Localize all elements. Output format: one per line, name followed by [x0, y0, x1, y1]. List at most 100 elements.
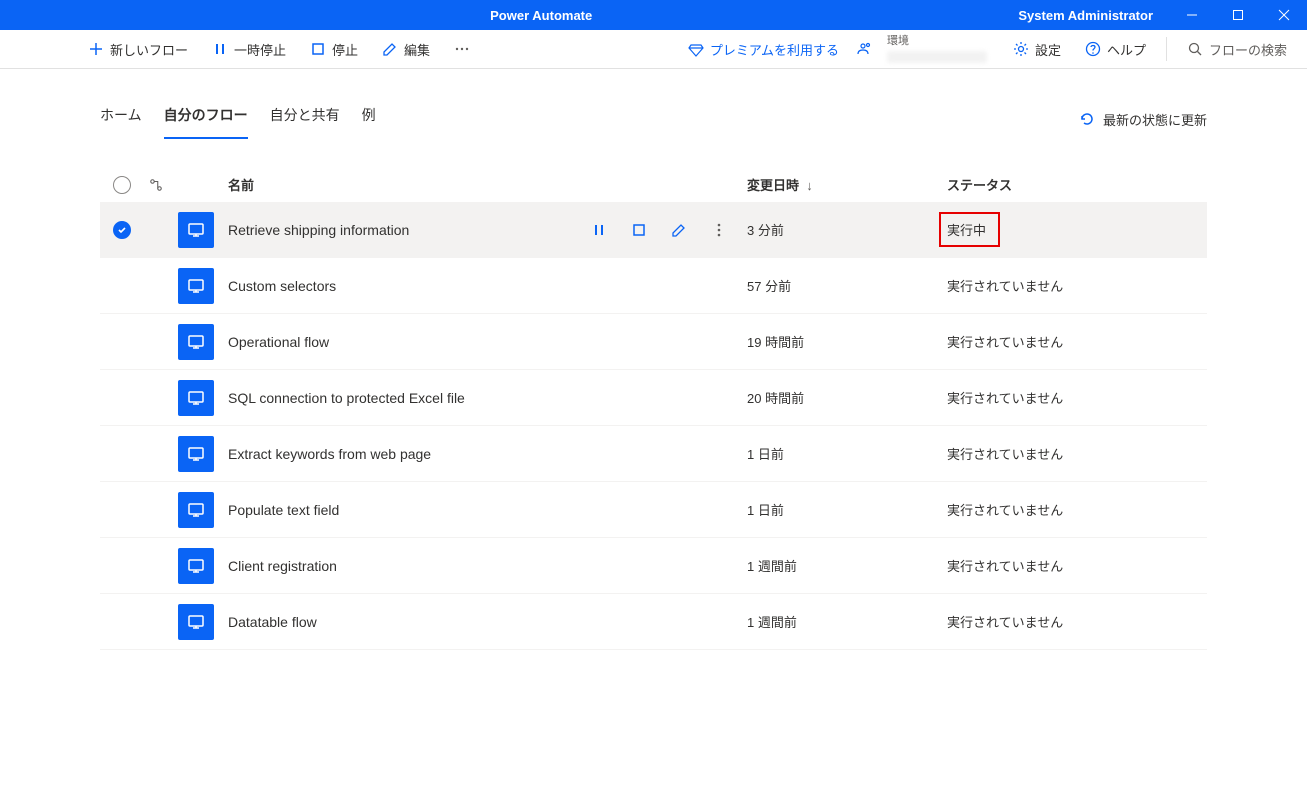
premium-button[interactable]: プレミアムを利用する — [680, 36, 847, 63]
flows-table: 名前 変更日時 ↓ ステータス Retrieve shipping inform… — [100, 167, 1207, 650]
status-cell: 実行されていません — [947, 500, 1207, 519]
table-row[interactable]: Operational flow 19 時間前 実行されていません — [100, 314, 1207, 370]
flow-name[interactable]: Operational flow — [224, 334, 547, 350]
modified-cell: 1 週間前 — [747, 612, 947, 631]
table-row[interactable]: Client registration 1 週間前 実行されていません — [100, 538, 1207, 594]
more-menu-button[interactable] — [446, 37, 478, 61]
flow-icon — [178, 492, 214, 528]
flow-name[interactable]: Populate text field — [224, 502, 547, 518]
stop-button[interactable]: 停止 — [302, 36, 366, 63]
edit-button[interactable]: 編集 — [374, 36, 438, 63]
help-label: ヘルプ — [1107, 40, 1146, 59]
status-text: 実行されていません — [947, 615, 1063, 630]
modified-cell: 1 週間前 — [747, 556, 947, 575]
flow-name[interactable]: Extract keywords from web page — [224, 446, 547, 462]
flow-name[interactable]: Custom selectors — [224, 278, 547, 294]
help-icon — [1085, 41, 1101, 57]
env-value-redacted — [887, 51, 987, 63]
modified-cell: 20 時間前 — [747, 388, 947, 407]
flow-name[interactable]: SQL connection to protected Excel file — [224, 390, 547, 406]
settings-label: 設定 — [1035, 40, 1061, 59]
page-tabs: ホーム 自分のフロー 自分と共有 例 — [100, 99, 376, 139]
settings-button[interactable]: 設定 — [1005, 36, 1069, 63]
environment-picker[interactable]: 環境 — [855, 35, 997, 62]
table-row[interactable]: Extract keywords from web page 1 日前 実行され… — [100, 426, 1207, 482]
maximize-button[interactable] — [1215, 0, 1261, 30]
column-modified[interactable]: 変更日時 ↓ — [747, 175, 947, 194]
flow-icon — [178, 548, 214, 584]
modified-cell: 3 分前 — [747, 220, 947, 239]
column-name[interactable]: 名前 — [224, 175, 547, 194]
flow-icon — [178, 324, 214, 360]
plus-icon — [88, 41, 104, 57]
diamond-icon — [688, 41, 704, 57]
tab-my-flows[interactable]: 自分のフロー — [164, 99, 248, 139]
app-title: Power Automate — [80, 8, 1002, 23]
modified-cell: 1 日前 — [747, 500, 947, 519]
status-cell: 実行されていません — [947, 332, 1207, 351]
modified-cell: 57 分前 — [747, 276, 947, 295]
row-more-icon[interactable] — [711, 222, 727, 238]
table-row[interactable]: Datatable flow 1 週間前 実行されていません — [100, 594, 1207, 650]
pause-icon — [212, 41, 228, 57]
status-text: 実行中 — [939, 212, 1000, 247]
stop-action-icon[interactable] — [631, 222, 647, 238]
flow-name[interactable]: Client registration — [224, 558, 547, 574]
stop-icon — [310, 41, 326, 57]
status-cell: 実行されていません — [947, 444, 1207, 463]
search-icon — [1187, 41, 1203, 57]
table-row[interactable]: Custom selectors 57 分前 実行されていません — [100, 258, 1207, 314]
search-placeholder: フローの検索 — [1209, 40, 1287, 59]
status-text: 実行されていません — [947, 391, 1063, 406]
content-area: ホーム 自分のフロー 自分と共有 例 最新の状態に更新 名前 変更日時 ↓ ステ… — [0, 69, 1307, 650]
flow-name[interactable]: Datatable flow — [224, 614, 547, 630]
flow-name[interactable]: Retrieve shipping information — [224, 222, 547, 238]
modified-cell: 1 日前 — [747, 444, 947, 463]
tab-home[interactable]: ホーム — [100, 99, 142, 139]
pause-button[interactable]: 一時停止 — [204, 36, 294, 63]
column-status[interactable]: ステータス — [947, 175, 1207, 194]
pause-label: 一時停止 — [234, 40, 286, 59]
table-header: 名前 変更日時 ↓ ステータス — [100, 167, 1207, 202]
status-cell: 実行されていません — [947, 556, 1207, 575]
status-cell: 実行されていません — [947, 388, 1207, 407]
toolbar-divider — [1166, 37, 1167, 61]
sort-down-icon: ↓ — [806, 178, 813, 193]
minimize-button[interactable] — [1169, 0, 1215, 30]
help-button[interactable]: ヘルプ — [1077, 36, 1154, 63]
new-flow-label: 新しいフロー — [110, 40, 188, 59]
modified-cell: 19 時間前 — [747, 332, 947, 351]
status-cell: 実行されていません — [947, 612, 1207, 631]
tab-examples[interactable]: 例 — [362, 99, 376, 139]
flow-icon — [178, 268, 214, 304]
close-button[interactable] — [1261, 0, 1307, 30]
edit-icon — [382, 41, 398, 57]
refresh-button[interactable]: 最新の状態に更新 — [1079, 110, 1207, 129]
new-flow-button[interactable]: 新しいフロー — [80, 36, 196, 63]
edit-label: 編集 — [404, 40, 430, 59]
flow-type-icon-header — [144, 178, 168, 192]
status-text: 実行されていません — [947, 279, 1063, 294]
status-text: 実行されていません — [947, 447, 1063, 462]
table-row[interactable]: Populate text field 1 日前 実行されていません — [100, 482, 1207, 538]
table-row[interactable]: Retrieve shipping information 3 分前 実行中 — [100, 202, 1207, 258]
table-row[interactable]: SQL connection to protected Excel file 2… — [100, 370, 1207, 426]
status-text: 実行されていません — [947, 559, 1063, 574]
pause-action-icon[interactable] — [591, 222, 607, 238]
env-label: 環境 — [887, 35, 987, 48]
user-name[interactable]: System Administrator — [1002, 8, 1169, 23]
status-text: 実行されていません — [947, 335, 1063, 350]
flow-icon — [178, 604, 214, 640]
toolbar: 新しいフロー 一時停止 停止 編集 プレミアムを利用する 環境 設定 ヘルプ フ… — [0, 30, 1307, 69]
select-all-checkbox[interactable] — [100, 176, 144, 194]
edit-action-icon[interactable] — [671, 222, 687, 238]
gear-icon — [1013, 41, 1029, 57]
refresh-label: 最新の状態に更新 — [1103, 110, 1207, 129]
row-checkbox[interactable] — [100, 221, 144, 239]
status-cell: 実行中 — [947, 212, 1207, 247]
org-icon — [855, 41, 871, 57]
stop-label: 停止 — [332, 40, 358, 59]
search-flows[interactable]: フローの検索 — [1179, 36, 1295, 63]
tab-shared[interactable]: 自分と共有 — [270, 99, 340, 139]
flow-icon — [178, 436, 214, 472]
